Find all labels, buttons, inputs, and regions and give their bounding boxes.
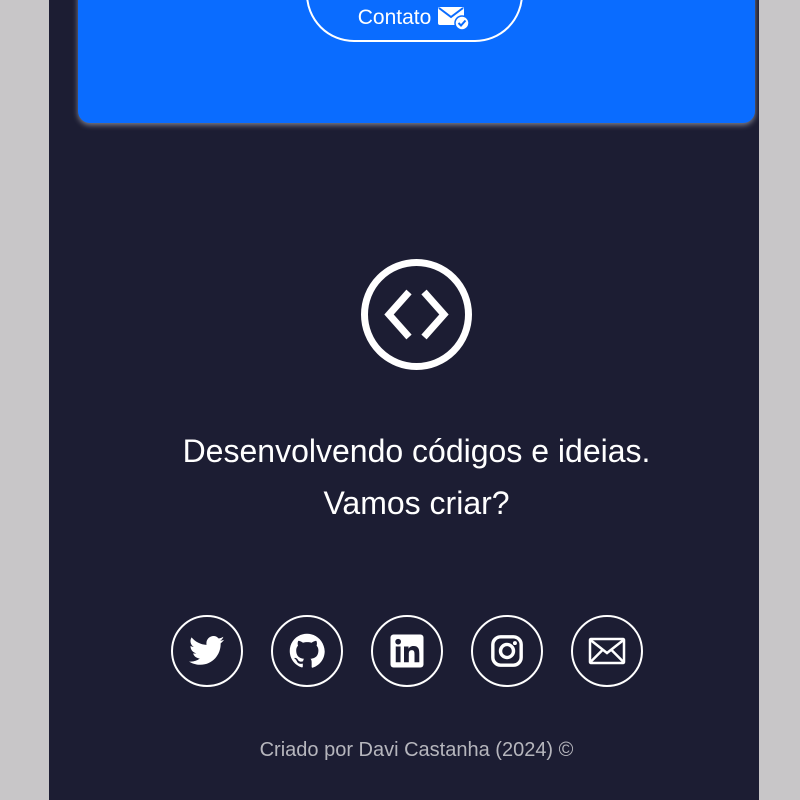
- tagline-line-1: Desenvolvendo códigos e ideias.: [182, 433, 651, 469]
- page: Contato Desenvolvendo códigos e ideias. …: [49, 0, 759, 800]
- instagram-button[interactable]: [471, 615, 543, 687]
- footer-credit: Criado por Davi Castanha (2024) ©: [259, 739, 574, 761]
- linkedin-icon: [389, 633, 425, 669]
- social-links: [171, 615, 643, 691]
- mail-check-icon: [437, 5, 471, 31]
- github-icon: [289, 633, 325, 669]
- code-brackets-icon: [360, 258, 473, 371]
- contact-button-label: Contato: [357, 6, 432, 29]
- email-button[interactable]: [571, 615, 643, 687]
- contact-button[interactable]: Contato: [306, 0, 523, 42]
- mail-icon: [588, 637, 626, 665]
- tagline-line-2: Vamos criar?: [323, 485, 510, 521]
- hero-card: Contato: [78, 0, 755, 123]
- instagram-icon: [490, 634, 524, 668]
- tagline: Desenvolvendo códigos e ideias. Vamos cr…: [49, 425, 784, 529]
- twitter-icon: [189, 636, 225, 666]
- linkedin-button[interactable]: [371, 615, 443, 687]
- twitter-button[interactable]: [171, 615, 243, 687]
- github-button[interactable]: [271, 615, 343, 687]
